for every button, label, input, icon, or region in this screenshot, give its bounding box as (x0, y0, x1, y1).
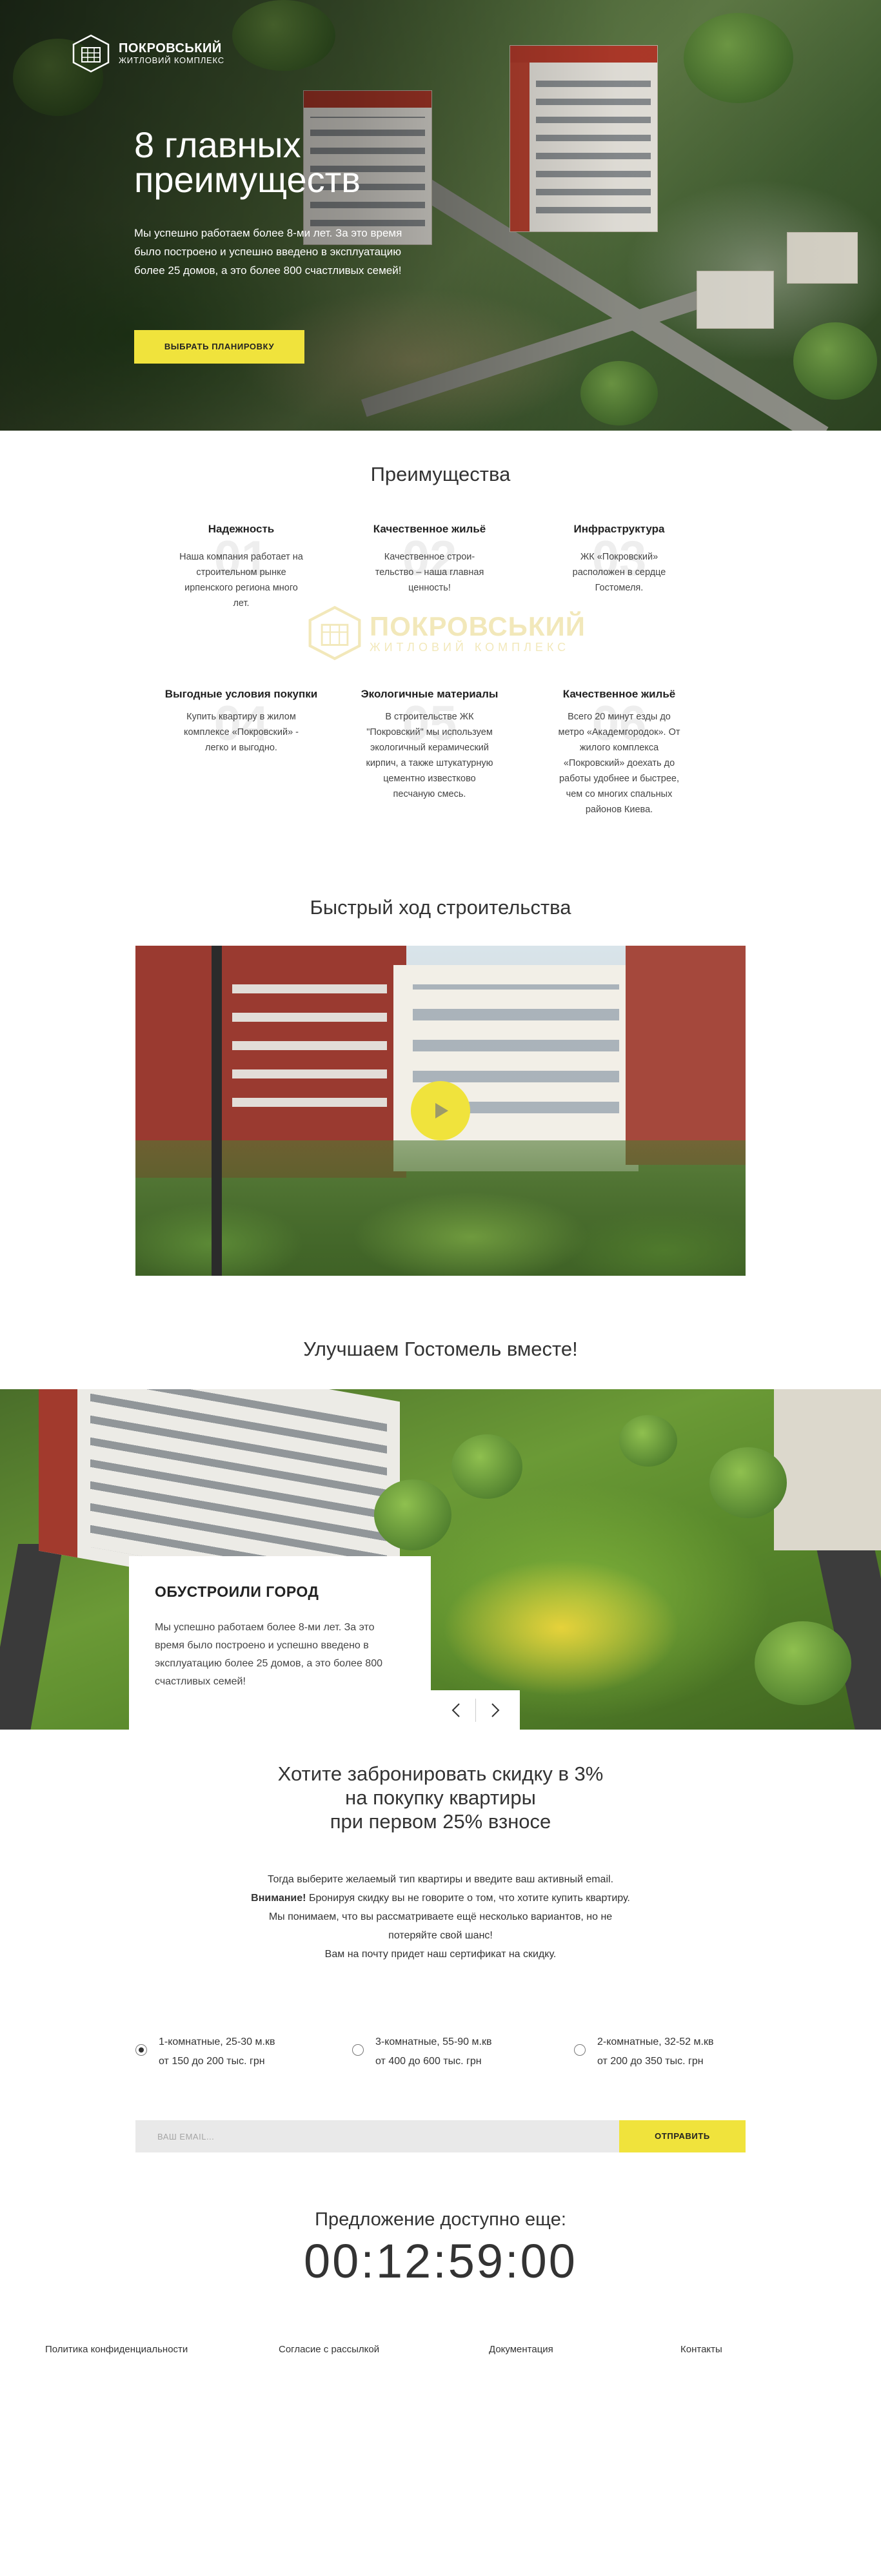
radio-button[interactable] (352, 2044, 364, 2056)
newsletter-consent-link[interactable]: Согласие с рассылкой (279, 2344, 379, 2355)
slider-next-button[interactable] (476, 1697, 515, 1723)
watermark-icon (308, 605, 361, 661)
advantage-item: 05 Экологичные материалы В строительстве… (350, 687, 510, 802)
advantage-title: Надежность (208, 523, 275, 535)
advantage-text: ЖК «Покровский» расположен в сердце Гост… (572, 552, 666, 593)
discount-text-part: Вам на почту придет наш сертификат на ск… (324, 1949, 557, 1960)
slider-nav (431, 1690, 520, 1730)
advantage-item: 04 Выгодные условия покупки Купить кварт… (161, 687, 321, 756)
hero-text: Мы успешно работаем более 8-ми лет. За э… (134, 227, 402, 277)
choose-layout-button[interactable]: ВЫБРАТЬ ПЛАНИРОВКУ (134, 330, 304, 364)
slider-tree (709, 1447, 787, 1518)
discount-text: Тогда выберите желаемый тип квартиры и в… (247, 1870, 634, 1964)
logo-name: ПОКРОВСЬКИЙ (119, 41, 222, 55)
discount-title-line: на покупку квартиры (345, 1786, 536, 1809)
documentation-link[interactable]: Документация (489, 2344, 553, 2355)
advantage-item: 03 Инфраструктура ЖК «Покровский» распол… (539, 522, 699, 596)
discount-attention: Внимание! (251, 1893, 306, 1904)
countdown-timer: 00:12:59:00 (304, 2234, 577, 2288)
radio-label: 3-комнатные, 55-90 м.кв (375, 2036, 492, 2047)
discount-title-line: при первом 25% взносе (330, 1810, 551, 1833)
logo-subtitle: ЖИТЛОВИЙ КОМПЛЕКС (119, 55, 224, 65)
advantage-title: Качественное жильё (562, 688, 676, 700)
advantage-text: Наша компания работает на строительном р… (179, 552, 303, 609)
chevron-left-icon (451, 1703, 460, 1717)
radio-price: от 400 до 600 тыс. грн (375, 2056, 482, 2067)
city-card-title: ОБУСТРОИЛИ ГОРОД (155, 1583, 319, 1600)
watermark-logo: ПОКРОВСЬКИЙ ЖИТЛОВИЙ КОМПЛЕКС (306, 605, 586, 661)
hero-title: 8 главных преимуществ (134, 124, 361, 200)
advantage-title: Экологичные материалы (361, 688, 499, 700)
slider-building (774, 1389, 881, 1550)
advantage-text: Всего 20 минут езды до метро «Академгоро… (558, 712, 680, 815)
advantage-item: 01 Надежность Наша компания работает на … (161, 522, 321, 611)
video-building (626, 946, 746, 1165)
logo-icon (72, 34, 110, 73)
contacts-link[interactable]: Контакты (680, 2344, 722, 2355)
advantage-text: Качественное строи- тельство – наша глав… (375, 552, 484, 593)
slider-tree (619, 1415, 677, 1467)
email-form: ОТПРАВИТЬ (135, 2120, 746, 2152)
play-button[interactable] (411, 1081, 470, 1140)
play-icon (435, 1103, 448, 1118)
discount-text-part: Бронируя скидку вы не говорите о том, чт… (268, 1893, 630, 1941)
video-lamp-post (212, 946, 222, 1276)
chevron-right-icon (491, 1703, 499, 1717)
city-title: Улучшаем Гостомель вместе! (303, 1338, 578, 1360)
radio-option-2-room[interactable]: 2-комнатные, 32-52 м.кв от 200 до 350 ты… (574, 2033, 713, 2071)
hero-section: ПОКРОВСЬКИЙ ЖИТЛОВИЙ КОМПЛЕКС 8 главных … (0, 0, 881, 431)
radio-option-1-room[interactable]: 1-комнатные, 25-30 м.кв от 150 до 200 ты… (135, 2033, 275, 2071)
advantage-title: Качественное жильё (373, 523, 486, 535)
city-card-text: Мы успешно работаем более 8-ми лет. За э… (155, 1622, 382, 1687)
advantages-title: Преимущества (370, 463, 511, 485)
discount-text-part: Тогда выберите желаемый тип квартиры и в… (267, 1874, 614, 1885)
offer-title: Предложение доступно еще: (315, 2209, 566, 2230)
advantage-text: Купить квартиру в жилом комплексе «Покро… (183, 712, 299, 753)
privacy-policy-link[interactable]: Политика конфиденциальности (45, 2344, 188, 2355)
video-greenery (135, 1140, 746, 1276)
radio-price: от 150 до 200 тыс. грн (159, 2056, 265, 2067)
slider-tree (374, 1479, 451, 1550)
logo[interactable]: ПОКРОВСЬКИЙ ЖИТЛОВИЙ КОМПЛЕКС (71, 34, 224, 73)
radio-label: 1-комнатные, 25-30 м.кв (159, 2036, 275, 2047)
radio-button[interactable] (574, 2044, 586, 2056)
radio-price: от 200 до 350 тыс. грн (597, 2056, 704, 2067)
advantage-text: В строительстве ЖК "Покровский" мы испол… (366, 712, 493, 799)
city-card: ОБУСТРОИЛИ ГОРОД Мы успешно работаем бол… (129, 1556, 431, 1730)
discount-title-line: Хотите забронировать скидку в 3% (277, 1762, 604, 1785)
advantage-title: Выгодные условия покупки (164, 688, 318, 700)
submit-button[interactable]: ОТПРАВИТЬ (619, 2120, 746, 2152)
construction-title: Быстрый ход строительства (310, 896, 571, 919)
advantage-item: 02 Качественное жильё Качественное строи… (350, 522, 510, 596)
email-field[interactable] (135, 2120, 619, 2152)
radio-option-3-room[interactable]: 3-комнатные, 55-90 м.кв от 400 до 600 ты… (352, 2033, 491, 2071)
slider-tree (451, 1434, 522, 1499)
construction-video[interactable] (135, 946, 746, 1276)
watermark-name: ПОКРОВСЬКИЙ (370, 611, 586, 641)
discount-title: Хотите забронировать скидку в 3% на поку… (0, 1762, 881, 1833)
advantage-item: 06 Качественное жильё Всего 20 минут езд… (539, 687, 699, 817)
radio-label: 2-комнатные, 32-52 м.кв (597, 2036, 714, 2047)
slider-prev-button[interactable] (437, 1697, 475, 1723)
slider-tree (755, 1621, 851, 1705)
watermark-subtitle: ЖИТЛОВИЙ КОМПЛЕКС (370, 641, 570, 654)
radio-button[interactable] (135, 2044, 147, 2056)
advantage-title: Инфраструктура (573, 523, 665, 535)
